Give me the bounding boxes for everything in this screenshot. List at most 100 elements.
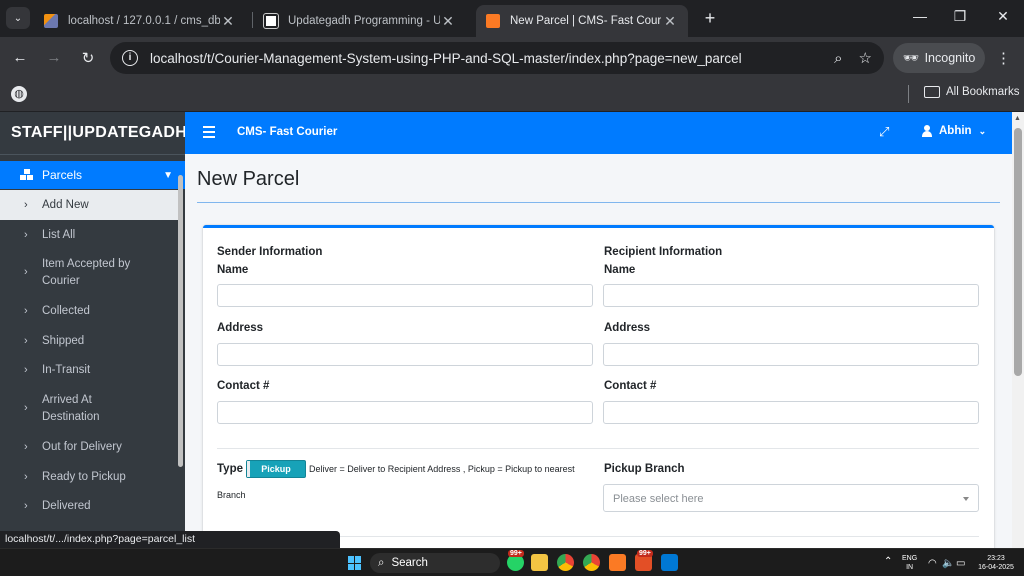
xampp-icon[interactable]: [609, 554, 626, 571]
sidebar-item-label: Item Accepted by Courier: [42, 257, 131, 287]
windows-start-icon[interactable]: [348, 556, 362, 570]
tab-new-parcel[interactable]: New Parcel | CMS- Fast Courier ✕: [476, 5, 688, 37]
language-indicator[interactable]: ENG IN: [902, 554, 917, 572]
tab-phpmyadmin[interactable]: localhost / 127.0.0.1 / cms_db / us ✕: [34, 5, 246, 37]
tray-chevron-icon[interactable]: ⌃: [884, 556, 892, 567]
sidebar-item-add-new[interactable]: › Add New: [0, 190, 180, 220]
page-title: New Parcel: [197, 168, 300, 190]
sidebar-item-delivered[interactable]: › Delivered: [0, 491, 180, 521]
taskbar-search-label: Search: [391, 557, 428, 569]
notification-badge: 99+: [637, 550, 653, 557]
sidebar-item-arrived[interactable]: › Arrived At Destination: [0, 385, 180, 432]
chrome-profile-icon[interactable]: [583, 554, 600, 571]
all-bookmarks-label: All Bookmarks: [946, 86, 1020, 98]
sidebar-item-label: Collected: [42, 305, 90, 317]
close-icon[interactable]: ✕: [440, 13, 456, 30]
hamburger-icon[interactable]: [203, 126, 215, 141]
sidebar-item-parcels[interactable]: Parcels ▼: [0, 161, 185, 189]
sidebar-item-shipped[interactable]: › Shipped: [0, 326, 180, 355]
parcels-submenu: › Add New › List All › Item Accepted by …: [0, 190, 180, 521]
sidebar-item-accepted[interactable]: › Item Accepted by Courier: [0, 249, 180, 296]
recipient-name-input[interactable]: [603, 284, 979, 307]
site-info-icon[interactable]: i: [122, 50, 138, 66]
sidebar-scrollbar[interactable]: [178, 175, 183, 467]
close-icon[interactable]: ✕: [662, 13, 678, 30]
pickup-branch-select[interactable]: Please select here: [603, 484, 979, 512]
chevron-down-icon: ▼: [163, 169, 173, 181]
window-close-icon[interactable]: ✕: [993, 8, 1013, 25]
incognito-label: Incognito: [924, 51, 976, 65]
globe-icon[interactable]: ◍: [11, 86, 27, 102]
page-scrollbar[interactable]: ▲: [1012, 112, 1024, 548]
app-name[interactable]: CMS- Fast Courier: [237, 126, 337, 138]
bookmark-star-icon[interactable]: ☆: [859, 49, 872, 67]
minimize-icon[interactable]: —: [910, 8, 930, 24]
chevron-right-icon: ›: [24, 199, 28, 211]
sender-name-input[interactable]: [217, 284, 593, 307]
all-bookmarks-button[interactable]: All Bookmarks: [924, 86, 1020, 98]
recipient-name-label: Name: [604, 264, 636, 276]
forward-icon[interactable]: →: [44, 49, 64, 66]
sidebar-item-collected[interactable]: › Collected: [0, 296, 180, 326]
clock[interactable]: 23:23 16-04-2025: [976, 554, 1016, 572]
tab-title: localhost / 127.0.0.1 / cms_db / us: [68, 15, 220, 27]
brand-title[interactable]: STAFF||UPDATEGADH: [0, 112, 187, 155]
sidebar-item-list-all[interactable]: › List All: [0, 220, 180, 249]
vscode-icon[interactable]: [661, 554, 678, 571]
wifi-icon[interactable]: ◠: [928, 558, 937, 569]
zoom-icon[interactable]: ⌕: [834, 50, 842, 67]
notification-badge: 99+: [508, 550, 524, 557]
status-link-preview: localhost/t/.../index.php?page=parcel_li…: [0, 531, 340, 548]
user-menu[interactable]: Abhin ⌄: [922, 125, 986, 137]
url-text[interactable]: localhost/t/Courier-Management-System-us…: [150, 51, 818, 66]
restore-icon[interactable]: ❐: [950, 8, 970, 25]
back-icon[interactable]: ←: [10, 49, 30, 66]
user-name: Abhin: [939, 125, 972, 137]
close-icon[interactable]: ✕: [220, 13, 236, 30]
sender-contact-input[interactable]: [217, 401, 593, 424]
updategadh-icon: [263, 13, 279, 29]
chevron-right-icon: ›: [24, 470, 28, 483]
bookmarks-divider: [908, 85, 909, 103]
sidebar-section-label: Parcels: [42, 168, 83, 182]
scrollbar-thumb[interactable]: [1014, 128, 1022, 376]
sidebar-item-out-for-delivery[interactable]: › Out for Delivery: [0, 432, 180, 462]
chrome-icon[interactable]: [557, 554, 574, 571]
battery-icon[interactable]: ▭: [956, 558, 965, 569]
tab-title: Updategadh Programming - Upda: [288, 15, 440, 27]
region-label: IN: [906, 564, 914, 571]
type-toggle[interactable]: Pickup: [246, 460, 306, 478]
sender-address-label: Address: [217, 322, 264, 334]
tab-search-chevron-icon[interactable]: ⌄: [6, 7, 30, 29]
sidebar-item-in-transit[interactable]: › In-Transit: [0, 355, 180, 385]
file-explorer-icon[interactable]: [531, 554, 548, 571]
taskbar-search[interactable]: ⌕ Search: [370, 553, 500, 573]
fullscreen-icon[interactable]: ⤢: [879, 124, 889, 140]
sidebar-item-ready-to-pickup[interactable]: › Ready to Pickup: [0, 462, 180, 491]
scroll-up-icon[interactable]: ▲: [1014, 115, 1021, 122]
browser-toolbar: ← → ↻ i localhost/t/Courier-Management-S…: [0, 37, 1024, 79]
address-bar[interactable]: i localhost/t/Courier-Management-System-…: [110, 42, 884, 74]
reload-icon[interactable]: ↻: [78, 49, 98, 67]
type-row: Type Pickup Deliver = Deliver to Recipie…: [217, 460, 575, 478]
sidebar-item-label: Out for Delivery: [42, 441, 122, 453]
form-divider: [217, 448, 979, 449]
xampp-icon: [486, 14, 500, 28]
time-label: 23:23: [987, 555, 1005, 562]
chevron-down-icon: ⌄: [978, 125, 987, 136]
select-placeholder: Please select here: [613, 493, 704, 505]
recipient-address-input[interactable]: [603, 343, 979, 366]
chevron-right-icon: ›: [24, 364, 28, 376]
sidebar: STAFF||UPDATEGADH Parcels ▼ › Add New › …: [0, 112, 187, 548]
menu-kebab-icon[interactable]: ⋮: [996, 49, 1011, 67]
chevron-right-icon: ›: [24, 441, 28, 453]
sidebar-item-label: Arrived At Destination: [42, 393, 100, 423]
sender-address-input[interactable]: [217, 343, 593, 366]
tab-updategadh[interactable]: Updategadh Programming - Upda ✕: [254, 5, 466, 37]
incognito-button[interactable]: 🕶 Incognito: [893, 43, 985, 73]
recipient-contact-input[interactable]: [603, 401, 979, 424]
sender-contact-label: Contact #: [217, 380, 270, 392]
volume-icon[interactable]: 🔈: [942, 558, 954, 569]
date-label: 16-04-2025: [978, 564, 1014, 571]
new-tab-icon[interactable]: +: [700, 8, 720, 28]
